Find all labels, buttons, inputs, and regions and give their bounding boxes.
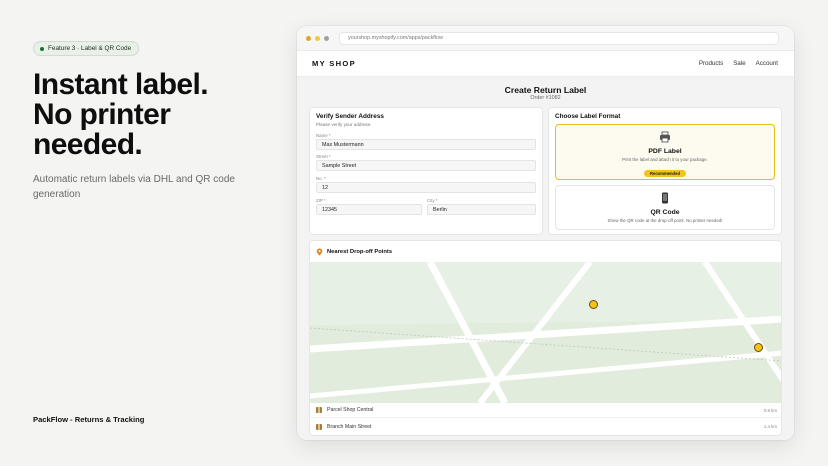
close-dot-icon[interactable]: [306, 35, 311, 41]
minimize-dot-icon[interactable]: [315, 35, 320, 41]
map-marker-icon[interactable]: [589, 300, 598, 309]
pdf-option-desc: Print the label and attach it to your pa…: [622, 157, 708, 162]
zip-label: ZIP *: [316, 198, 326, 203]
subtitle: Automatic return labels via DHL and QR c…: [33, 174, 235, 200]
location-distance: 0.8 km: [763, 407, 777, 413]
feature-badge: Feature 3 · Label & QR Code: [33, 41, 140, 56]
list-item[interactable]: Branch Main Street 1.4 km: [310, 419, 781, 434]
phone-icon: [662, 192, 668, 204]
name-label: Name *: [316, 133, 331, 138]
dropoff-points-card: Nearest Drop-off Points Parcel Shop Cent…: [309, 240, 782, 436]
shop-nav: Products Sale Account: [699, 60, 778, 67]
map-marker-icon[interactable]: [754, 343, 763, 352]
nav-products[interactable]: Products: [699, 60, 723, 67]
headline-line-3: needed.: [33, 128, 143, 161]
page-title: Create Return Label: [504, 85, 587, 95]
location-name: Branch Main Street: [327, 423, 372, 430]
feature-badge-label: Feature 3 · Label & QR Code: [48, 45, 132, 52]
pdf-option-title: PDF Label: [648, 148, 682, 155]
house-number-field[interactable]: 12: [316, 182, 536, 193]
location-distance: 1.4 km: [763, 424, 777, 429]
headline: Instant label. No printer needed.: [33, 70, 283, 160]
qr-code-option[interactable]: QR Code Show the QR code at the drop-off…: [555, 185, 775, 230]
pdf-label-option[interactable]: PDF Label Print the label and attach it …: [555, 124, 775, 180]
brand-footer: PackFlow - Returns & Tracking: [33, 415, 145, 424]
headline-line-2: No printer: [33, 98, 171, 131]
sender-card-title: Verify Sender Address: [316, 113, 384, 120]
address-bar[interactable]: yourshop.myshopify.com/apps/packflow: [339, 31, 779, 45]
map-roads: [310, 260, 781, 405]
shop-logo[interactable]: MY SHOP: [312, 59, 356, 68]
list-item[interactable]: Parcel Shop Central 0.8 km: [310, 403, 781, 418]
qr-option-desc: Show the QR code at the drop-off point. …: [607, 218, 723, 223]
city-field[interactable]: Berlin: [427, 204, 536, 215]
label-format-card: Choose Label Format PDF Label Print the …: [548, 107, 782, 235]
parcel-icon: [316, 407, 322, 413]
order-number: Order #1082: [530, 95, 561, 101]
location-name: Parcel Shop Central: [327, 407, 374, 413]
zip-field[interactable]: 12345: [316, 204, 422, 215]
maximize-dot-icon[interactable]: [324, 35, 329, 41]
sender-address-card: Verify Sender Address Please verify your…: [309, 107, 543, 235]
dropoff-header: Nearest Drop-off Points: [310, 241, 781, 262]
nav-sale[interactable]: Sale: [733, 60, 745, 67]
sender-hint: Please verify your address.: [316, 122, 372, 127]
city-label: City *: [427, 198, 438, 203]
headline-line-1: Instant label.: [33, 68, 209, 101]
dropoff-map[interactable]: [310, 260, 781, 405]
browser-window: yourshop.myshopify.com/apps/packflow MY …: [297, 26, 794, 440]
qr-option-title: QR Code: [650, 209, 680, 216]
format-card-title: Choose Label Format: [555, 113, 621, 120]
name-field[interactable]: Max Mustermann: [316, 139, 536, 150]
browser-chrome: yourshop.myshopify.com/apps/packflow: [297, 26, 794, 51]
street-field[interactable]: Sample Street: [316, 160, 536, 171]
printer-icon: [660, 131, 670, 143]
parcel-icon: [316, 423, 322, 430]
street-label: Street *: [316, 154, 331, 159]
app-content: Create Return Label Order #1082 Verify S…: [297, 77, 794, 440]
dropoff-title: Nearest Drop-off Points: [327, 248, 393, 255]
recommended-badge: Recommended: [643, 170, 687, 177]
shop-header: MY SHOP Products Sale Account: [297, 51, 794, 77]
badge-dot-icon: [40, 46, 44, 51]
nav-account[interactable]: Account: [756, 60, 778, 67]
map-pin-icon: [316, 248, 323, 256]
house-number-label: No. *: [316, 176, 326, 181]
